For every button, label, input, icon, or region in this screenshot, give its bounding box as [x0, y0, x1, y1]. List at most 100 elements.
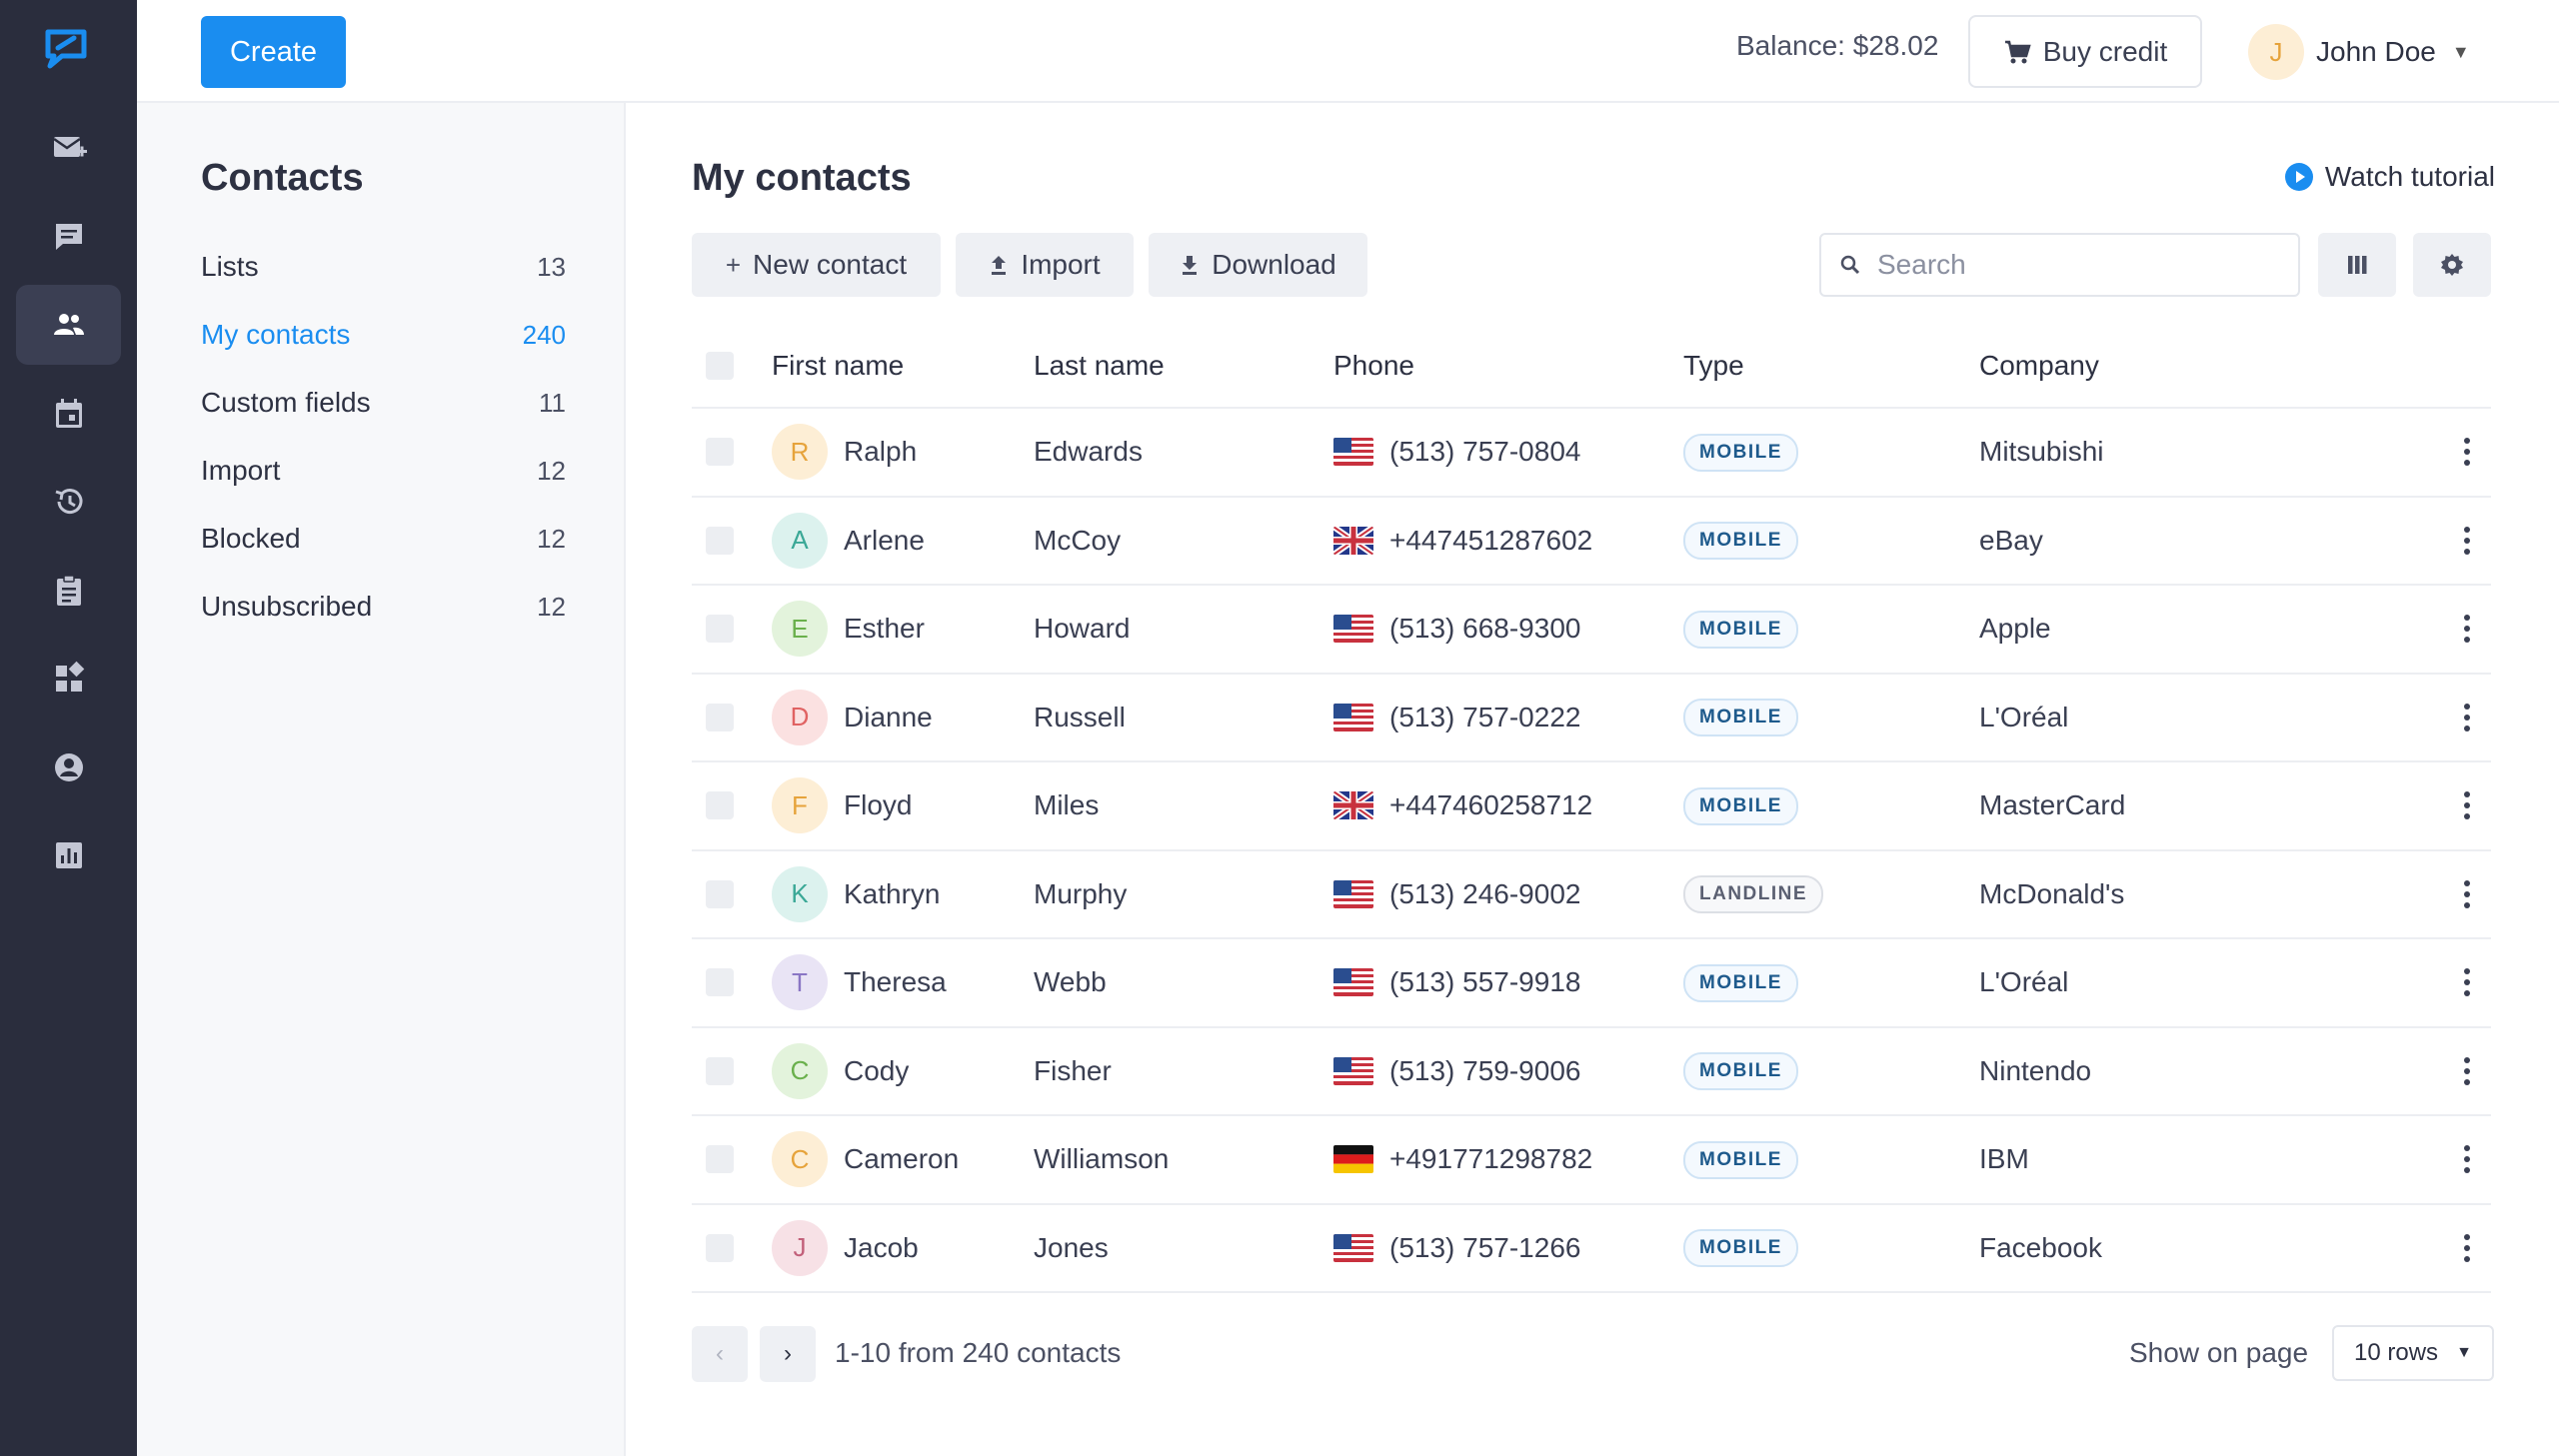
phone-number: (513) 668-9300 [1389, 613, 1581, 645]
phone-cell: (513) 557-9918 [1333, 966, 1580, 998]
create-button[interactable]: Create [201, 16, 346, 88]
sidebar-item-blocked[interactable]: Blocked 12 [201, 505, 566, 573]
row-menu-icon[interactable] [2457, 438, 2477, 467]
chevron-down-icon: ▼ [2456, 1344, 2472, 1361]
columns-button[interactable] [2318, 233, 2396, 297]
row-menu-icon[interactable] [2457, 526, 2477, 555]
row-checkbox[interactable] [706, 1233, 734, 1262]
header-type[interactable]: Type [1683, 350, 1744, 382]
table-row[interactable]: R Ralph Edwards (513) 757-0804 MOBILE Mi… [692, 409, 2491, 498]
header-last-name[interactable]: Last name [1034, 350, 1165, 382]
company: MasterCard [1979, 789, 2126, 821]
company: Nintendo [1979, 1054, 2092, 1086]
search-box[interactable] [1819, 233, 2300, 297]
uk-flag-icon [1333, 526, 1373, 555]
header-first-name[interactable]: First name [772, 350, 904, 382]
sidebar-item-import[interactable]: Import 12 [201, 437, 566, 505]
rail-apps[interactable] [16, 639, 121, 719]
pagination-range: 1-10 from 240 contacts [835, 1337, 1122, 1368]
type-badge: MOBILE [1683, 1140, 1798, 1179]
type-badge: MOBILE [1683, 522, 1798, 561]
rail-account[interactable] [16, 728, 121, 807]
row-checkbox[interactable] [706, 703, 734, 731]
cart-icon [2004, 40, 2031, 63]
new-contact-button[interactable]: + New contact [692, 233, 941, 297]
row-checkbox[interactable] [706, 615, 734, 644]
user-menu[interactable]: J John Doe ▼ [2248, 22, 2470, 82]
download-button[interactable]: Download [1149, 233, 1367, 297]
phone-number: (513) 757-0804 [1389, 436, 1581, 468]
row-menu-icon[interactable] [2457, 1056, 2477, 1085]
row-menu-icon[interactable] [2457, 791, 2477, 820]
rail-compose[interactable] [16, 108, 121, 188]
next-page-button[interactable]: › [760, 1326, 816, 1382]
rail-calendar[interactable] [16, 374, 121, 454]
first-name: Arlene [844, 524, 925, 556]
row-menu-icon[interactable] [2457, 615, 2477, 644]
search-icon [1840, 255, 1860, 275]
row-checkbox[interactable] [706, 879, 734, 908]
phone-cell: (513) 757-1266 [1333, 1232, 1580, 1264]
phone-cell: (513) 757-0222 [1333, 702, 1580, 733]
watch-tutorial-label: Watch tutorial [2324, 161, 2495, 192]
row-menu-icon[interactable] [2457, 1145, 2477, 1174]
rail-clipboard[interactable] [16, 551, 121, 631]
table-row[interactable]: C Cameron Williamson +491771298782 MOBIL… [692, 1116, 2491, 1205]
search-input[interactable] [1877, 249, 2257, 281]
row-checkbox[interactable] [706, 791, 734, 820]
rows-per-page-select[interactable]: 10 rows ▼ [2332, 1325, 2494, 1381]
us-flag-icon [1333, 879, 1373, 908]
table-row[interactable]: C Cody Fisher (513) 759-9006 MOBILE Nint… [692, 1028, 2491, 1116]
type-cell: MOBILE [1683, 786, 1798, 825]
table-row[interactable]: F Floyd Miles +447460258712 MOBILE Maste… [692, 762, 2491, 851]
logo-icon[interactable] [44, 28, 92, 70]
row-checkbox[interactable] [706, 526, 734, 555]
first-name: Jacob [844, 1231, 919, 1263]
row-checkbox[interactable] [706, 1145, 734, 1174]
us-flag-icon [1333, 703, 1373, 731]
row-menu-icon[interactable] [2457, 879, 2477, 908]
prev-page-button[interactable]: ‹ [692, 1326, 748, 1382]
sidebar-item-custom-fields[interactable]: Custom fields 11 [201, 369, 566, 437]
header-company[interactable]: Company [1979, 350, 2099, 382]
buy-credit-button[interactable]: Buy credit [1968, 15, 2202, 88]
settings-button[interactable] [2413, 233, 2491, 297]
chevron-left-icon: ‹ [716, 1340, 724, 1367]
reports-icon [55, 842, 82, 868]
row-checkbox[interactable] [706, 438, 734, 467]
row-checkbox[interactable] [706, 968, 734, 997]
rail-contacts[interactable] [16, 285, 121, 365]
rail-reports[interactable] [16, 815, 121, 895]
first-name: Floyd [844, 789, 913, 821]
table-row[interactable]: E Esther Howard (513) 668-9300 MOBILE Ap… [692, 586, 2491, 675]
phone-number: +447451287602 [1389, 524, 1593, 556]
rail-chat[interactable] [16, 197, 121, 277]
sidebar-title: Contacts [201, 157, 364, 199]
table-row[interactable]: A Arlene McCoy +447451287602 MOBILE eBay [692, 498, 2491, 586]
table-row[interactable]: K Kathryn Murphy (513) 246-9002 LANDLINE… [692, 851, 2491, 939]
watch-tutorial-link[interactable]: Watch tutorial [2284, 161, 2495, 193]
chevron-right-icon: › [784, 1340, 792, 1367]
row-menu-icon[interactable] [2457, 1233, 2477, 1262]
table-row[interactable]: T Theresa Webb (513) 557-9918 MOBILE L'O… [692, 939, 2491, 1028]
row-menu-icon[interactable] [2457, 968, 2477, 997]
select-all-checkbox[interactable] [706, 352, 734, 380]
row-checkbox[interactable] [706, 1056, 734, 1085]
table-row[interactable]: D Dianne Russell (513) 757-0222 MOBILE L… [692, 675, 2491, 762]
last-name: Russell [1034, 701, 1126, 732]
last-name: Webb [1034, 966, 1107, 998]
apps-icon [55, 661, 84, 692]
sidebar-item-unsubscribed[interactable]: Unsubscribed 12 [201, 573, 566, 641]
sidebar-item-lists[interactable]: Lists 13 [201, 233, 566, 301]
header-phone[interactable]: Phone [1333, 350, 1414, 382]
type-badge: MOBILE [1683, 699, 1798, 737]
company: Facebook [1979, 1231, 2102, 1263]
row-menu-icon[interactable] [2457, 703, 2477, 731]
table-row[interactable]: J Jacob Jones (513) 757-1266 MOBILE Face… [692, 1205, 2491, 1293]
rail-history[interactable] [16, 462, 121, 542]
sidebar-item-label: Lists [201, 251, 259, 282]
sidebar-item-label: Unsubscribed [201, 591, 373, 622]
sidebar-item-my-contacts[interactable]: My contacts 240 [201, 301, 566, 369]
plus-icon: + [725, 249, 742, 280]
import-button[interactable]: Import [956, 233, 1134, 297]
